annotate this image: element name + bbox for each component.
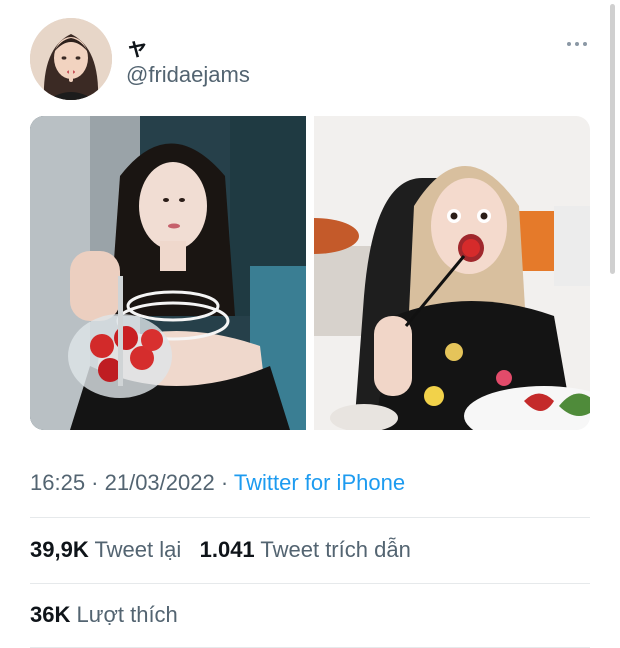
- retweets-label: Tweet lại: [94, 537, 182, 562]
- author-avatar[interactable]: [30, 18, 112, 100]
- divider: [30, 517, 590, 518]
- likes-count: 36K: [30, 602, 71, 627]
- photo-thumbnail-icon: [30, 116, 306, 430]
- tweet-source-link[interactable]: Twitter for iPhone: [234, 470, 405, 495]
- retweets-count: 39,9K: [30, 537, 89, 562]
- author-display-name[interactable]: ャ: [126, 30, 148, 62]
- more-dot-icon: [583, 42, 587, 46]
- tweet-meta: 16:25 · 21/03/2022 · Twitter for iPhone: [30, 470, 405, 496]
- likes-stat[interactable]: 36K Lượt thích: [30, 602, 178, 627]
- tweet-photo-2[interactable]: [314, 116, 590, 430]
- tweet-timestamp[interactable]: 16:25 · 21/03/2022 ·: [30, 470, 234, 495]
- tweet-likes-row: 36K Lượt thích: [30, 602, 178, 628]
- quotes-count: 1.041: [199, 537, 255, 562]
- author-handle[interactable]: @fridaejams: [126, 62, 250, 88]
- more-dot-icon: [567, 42, 571, 46]
- tweet-stats-row: 39,9K Tweet lại 1.041 Tweet trích dẫn: [30, 537, 411, 563]
- retweets-stat[interactable]: 39,9K Tweet lại: [30, 537, 181, 562]
- quotes-stat[interactable]: 1.041 Tweet trích dẫn: [200, 537, 411, 562]
- divider: [30, 583, 590, 584]
- likes-label: Lượt thích: [76, 602, 178, 627]
- more-dot-icon: [575, 42, 579, 46]
- scrollbar-thumb[interactable]: [610, 4, 615, 274]
- quotes-label: Tweet trích dẫn: [260, 537, 411, 562]
- avatar-photo-icon: [30, 18, 112, 100]
- tweet-media-grid: [30, 116, 590, 430]
- more-options-button[interactable]: [560, 32, 594, 56]
- photo-thumbnail-icon: [314, 116, 590, 430]
- tweet-photo-1[interactable]: [30, 116, 306, 430]
